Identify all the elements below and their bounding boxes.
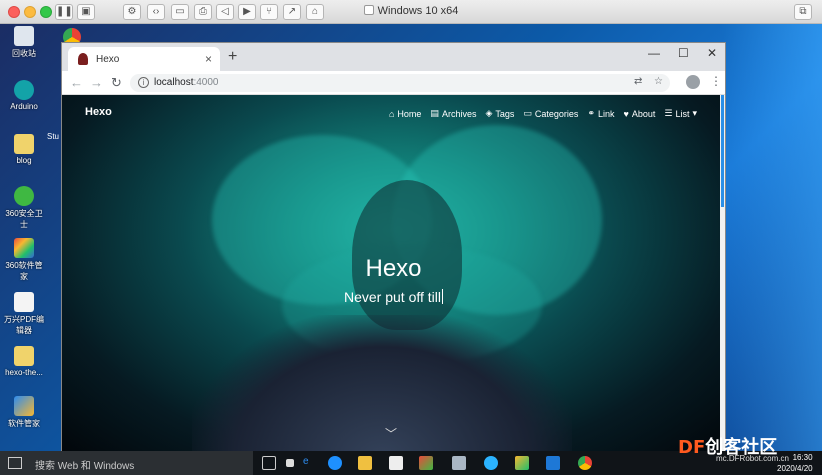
info-icon[interactable]: i: [138, 77, 149, 88]
typing-caret: [442, 289, 443, 304]
desktop-icon-arduino[interactable]: Arduino: [2, 80, 46, 111]
profile-avatar[interactable]: [686, 75, 700, 89]
task-view-icon[interactable]: [262, 456, 276, 470]
tab-hexo[interactable]: Hexo ×: [68, 47, 220, 71]
vm-icon: [363, 5, 374, 15]
forward-icon[interactable]: →: [90, 75, 103, 90]
folder-icon: ▭: [523, 108, 532, 118]
desktop-icon-360-safe[interactable]: 360安全卫士: [2, 186, 46, 230]
app-icon[interactable]: [452, 456, 466, 470]
360-software-icon: [14, 238, 34, 258]
windows-start-icon[interactable]: [8, 457, 22, 469]
vscode-icon[interactable]: [546, 456, 560, 470]
store-small-icon[interactable]: [286, 459, 294, 467]
bookmark-star-icon[interactable]: ☆: [654, 76, 663, 87]
app-icon[interactable]: [419, 456, 433, 470]
nav-about[interactable]: ♥ About: [624, 108, 656, 119]
search-placeholder: 搜索 Web 和 Windows: [35, 461, 135, 472]
taskbar-search[interactable]: 搜索 Web 和 Windows: [0, 451, 253, 475]
close-icon[interactable]: ✕: [707, 46, 717, 60]
desktop-icon-software-manager[interactable]: 软件管家: [2, 396, 46, 429]
ie-icon[interactable]: e: [303, 456, 317, 470]
hooded-figure-body: [192, 315, 572, 452]
software-manager-icon: [14, 396, 34, 416]
hexo-favicon: [78, 53, 88, 65]
reload-icon[interactable]: ↻: [111, 75, 122, 91]
store-icon[interactable]: [389, 456, 403, 470]
back-icon[interactable]: ←: [70, 75, 83, 90]
site-menu: ⌂ Home ▤ Archives ◈ Tags ▭ Categories ⚭ Link …: [389, 108, 697, 119]
page-scrollbar[interactable]: [720, 95, 725, 452]
desktop-icon-recycle-bin[interactable]: 回收站: [2, 26, 46, 59]
nav-categories[interactable]: ▭ Categories: [523, 108, 578, 119]
menu-dots-icon[interactable]: ⋮: [710, 74, 722, 88]
ie-blue-icon[interactable]: [484, 456, 498, 470]
dfrobot-watermark-url: mc.DFRobot.com.cn: [716, 454, 789, 463]
chevron-down-icon: ▾: [692, 108, 697, 118]
nav-tags[interactable]: ◈ Tags: [485, 108, 514, 119]
folder-icon: [14, 134, 34, 154]
desktop-icon-blog[interactable]: blog: [2, 134, 46, 165]
browser-toolbar: ← → ↻ i localhost:4000 ⇄ ☆ ⋮: [62, 71, 725, 95]
list-icon: ☰: [664, 108, 673, 118]
tags-icon: ◈: [485, 108, 493, 118]
nav-list[interactable]: ☰ List ▾: [664, 108, 697, 119]
nav-home[interactable]: ⌂ Home: [389, 108, 421, 119]
address-bar[interactable]: i localhost:4000 ⇄ ☆: [130, 74, 670, 92]
translate-icon[interactable]: ⇄: [634, 76, 642, 87]
vm-titlebar: ❚❚ ▣ ⚙ ‹› ▭ ⎙ ◁ ▶ ⑂ ↗ ⌂ Windows 10 x64 ⧉: [0, 0, 822, 24]
heart-icon: ♥: [623, 108, 629, 119]
file-explorer-icon[interactable]: [358, 456, 372, 470]
hero-title: Hexo: [365, 255, 422, 282]
chrome-taskbar-icon[interactable]: [578, 456, 592, 470]
scrollbar-thumb[interactable]: [721, 95, 724, 207]
link-icon: ⚭: [587, 108, 595, 118]
tab-title: Hexo: [96, 54, 120, 65]
home-icon: ⌂: [388, 108, 395, 119]
desktop-icon-partial-label: Stu: [47, 132, 60, 141]
recycle-bin-icon: [14, 26, 34, 46]
maximize-icon[interactable]: ☐: [678, 46, 689, 60]
scroll-down-chevron-icon[interactable]: ﹀: [385, 425, 397, 442]
360-safe-icon: [14, 186, 34, 206]
edge-icon[interactable]: [328, 456, 342, 470]
site-brand[interactable]: Hexo: [85, 106, 112, 118]
folder-icon: [14, 346, 34, 366]
vm-title: Windows 10 x64: [0, 5, 822, 17]
app-icon[interactable]: [515, 456, 529, 470]
hexo-page: Hexo ⌂ Home ▤ Archives ◈ Tags ▭ Categories ⚭…: [62, 95, 725, 452]
desktop-icon-pdf-editor[interactable]: 万兴PDF编辑器: [2, 292, 46, 336]
hero-subtitle: Never put off till: [343, 289, 443, 305]
window-restore-icon[interactable]: ⧉: [794, 4, 812, 20]
arduino-icon: [14, 80, 34, 100]
nav-link[interactable]: ⚭ Link: [587, 108, 614, 119]
desktop-icon-360-software[interactable]: 360软件管家: [2, 238, 46, 282]
site-navbar: Hexo ⌂ Home ▤ Archives ◈ Tags ▭ Categories ⚭…: [62, 95, 725, 131]
minimize-icon[interactable]: —: [648, 46, 660, 60]
tab-close-icon[interactable]: ×: [205, 52, 212, 66]
url-text: localhost:4000: [154, 77, 219, 88]
archive-icon: ▤: [430, 108, 439, 118]
desktop-icon-hexo-theme[interactable]: hexo-the...: [2, 346, 46, 377]
nav-archives[interactable]: ▤ Archives: [430, 108, 476, 119]
browser-window: Hexo × + — ☐ ✕ ← → ↻ i localhost:4000 ⇄ …: [61, 42, 726, 452]
tab-strip: Hexo × + — ☐ ✕: [62, 43, 725, 71]
new-tab-button[interactable]: +: [228, 48, 237, 66]
pdf-file-icon: [14, 292, 34, 312]
